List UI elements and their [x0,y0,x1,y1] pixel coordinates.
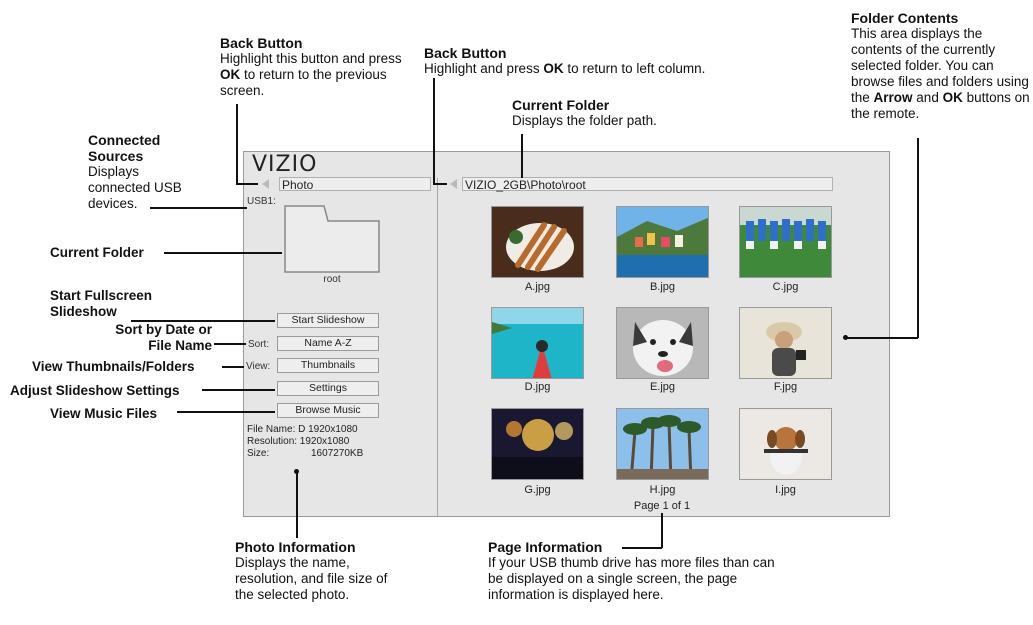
settings-button[interactable]: Settings [277,381,379,396]
leader-line [917,138,919,338]
label-view: View Thumbnails/Folders [32,359,195,374]
folder-icon[interactable] [284,205,380,273]
thumbnail-c[interactable] [739,206,832,278]
resolution-info: Resolution: 1920x1080 [247,436,350,447]
thumbnail-a[interactable] [491,206,584,278]
thumbnail-d[interactable] [491,307,584,379]
label-start-slideshow: Start Fullscreen Slideshow [50,288,153,319]
file-caption-a: A.jpg [524,281,551,293]
sort-select[interactable]: Name A-Z [277,336,379,351]
callout-connected-sources: Connected Sources Displays connected USB… [88,132,198,212]
leader-line [433,183,447,185]
leader-line [433,78,435,184]
thumbnail-b[interactable] [616,206,709,278]
leader-line [177,411,275,413]
callout-photo-information: Photo Information Displays the name, res… [235,539,395,603]
file-caption-d: D.jpg [524,381,551,393]
leader-line [164,252,282,254]
callout-title: Current Folder [512,97,610,113]
file-caption-b: B.jpg [649,281,676,293]
file-name-info: File Name: D 1920x1080 [247,424,358,435]
callout-title: Folder Contents [851,10,959,26]
back-arrow-icon[interactable] [450,179,457,189]
leader-line [236,183,258,185]
label-current-folder: Current Folder [50,245,144,260]
label-settings: Adjust Slideshow Settings [10,383,180,398]
thumbnail-e[interactable] [616,307,709,379]
callout-title: Connected Sources [88,132,161,164]
usb-label: USB1: [247,196,276,207]
leader-line [236,104,238,184]
leader-line [521,134,523,178]
callout-title: Photo Information [235,539,356,555]
start-slideshow-button[interactable]: Start Slideshow [277,313,379,328]
leader-line [846,337,918,339]
view-label: View: [246,361,271,372]
page-indicator: Page 1 of 1 [633,500,691,512]
leader-line [622,547,662,549]
callout-title: Back Button [424,45,507,61]
callout-folder-contents: Folder Contents This area displays the c… [851,10,1030,121]
thumbnail-h[interactable] [616,408,709,480]
label-sort: Sort by Date or File Name [115,322,212,353]
callout-page-information: Page Information If your USB thumb drive… [488,539,778,603]
callout-back-button-left: Back Button Highlight this button and pr… [220,35,420,99]
left-path-bar[interactable]: Photo [279,177,431,192]
file-caption-g: G.jpg [524,484,551,496]
file-caption-f: F.jpg [773,381,798,393]
browse-music-button[interactable]: Browse Music [277,403,379,418]
leader-line [202,389,275,391]
leader-line [661,513,663,548]
label-music: View Music Files [50,406,158,421]
file-caption-e: E.jpg [649,381,676,393]
leader-line [222,366,244,368]
back-arrow-icon[interactable] [262,179,269,189]
leader-line [131,320,275,322]
callout-title: Back Button [220,35,303,51]
leader-line [150,207,247,209]
vizio-logo: VIZIO [252,152,318,177]
leader-line [214,343,246,345]
thumbnail-i[interactable] [739,408,832,480]
view-select[interactable]: Thumbnails [277,358,379,373]
size-label: Size: [247,448,270,459]
leader-line [296,472,298,538]
right-path-bar[interactable]: VIZIO_2GB\Photo\root [462,177,833,192]
file-caption-h: H.jpg [649,484,676,496]
size-value: 1607270KB [311,448,364,459]
sort-label: Sort: [248,339,270,350]
thumbnail-g[interactable] [491,408,584,480]
callout-back-button-right: Back Button Highlight and press OK to re… [424,45,804,77]
file-caption-i: I.jpg [775,484,796,496]
folder-name: root [323,274,341,285]
thumbnail-f[interactable] [739,307,832,379]
file-caption-c: C.jpg [772,281,799,293]
column-divider [437,178,438,516]
leader-dot [843,335,848,340]
callout-current-folder-path: Current Folder Displays the folder path. [512,97,732,129]
